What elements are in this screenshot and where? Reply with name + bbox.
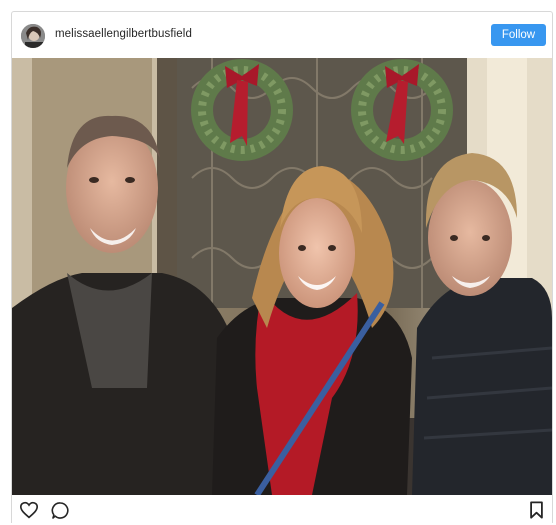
post-actions — [12, 495, 552, 525]
avatar[interactable] — [21, 24, 45, 48]
instagram-post-card: melissaellengilbertbusfield Follow — [11, 11, 553, 523]
follow-button[interactable]: Follow — [491, 24, 546, 46]
post-photo[interactable] — [12, 58, 552, 495]
post-header: melissaellengilbertbusfield Follow — [12, 12, 552, 58]
heart-icon[interactable] — [19, 500, 39, 520]
username-link[interactable]: melissaellengilbertbusfield — [55, 28, 192, 40]
bookmark-icon[interactable] — [526, 500, 546, 520]
comment-icon[interactable] — [50, 500, 70, 520]
